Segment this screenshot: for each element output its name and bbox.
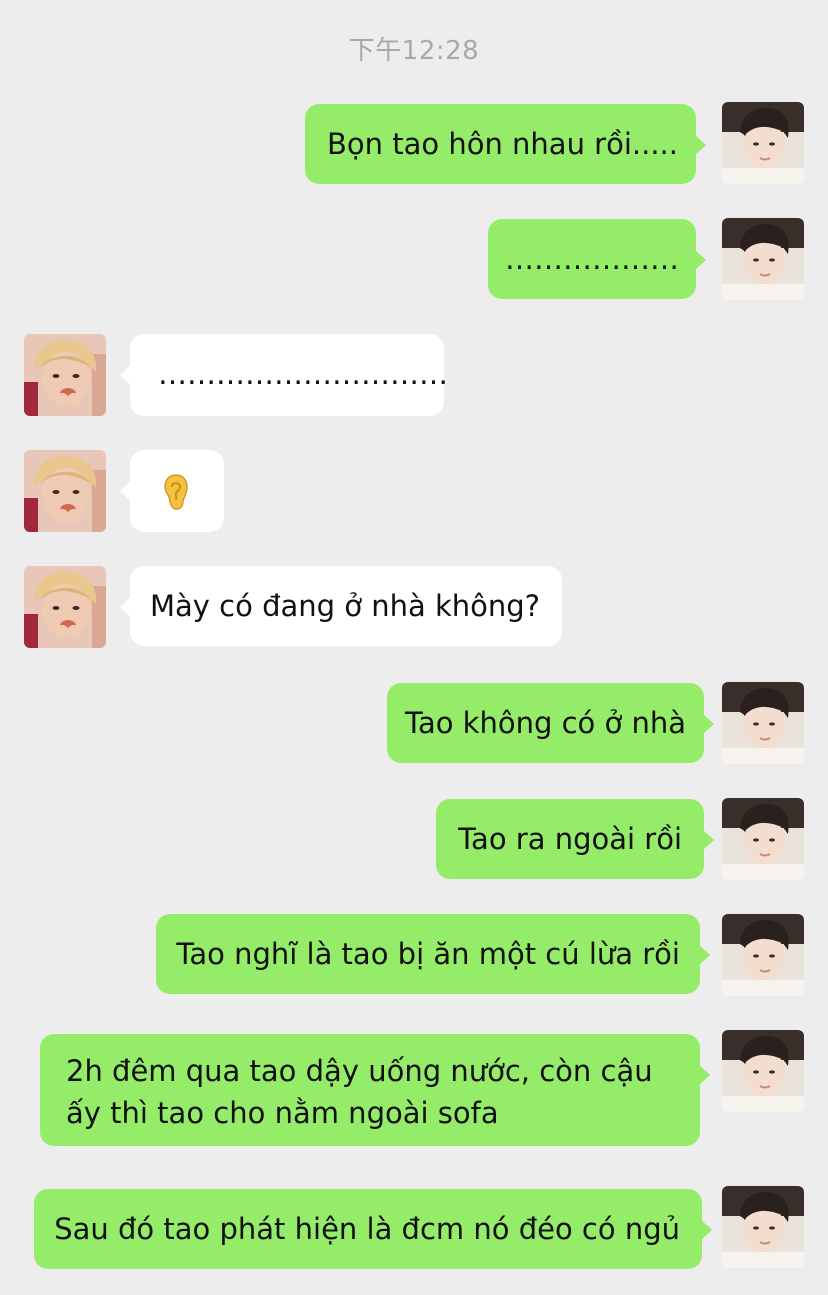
chat-timestamp: 下午12:28 (348, 36, 480, 66)
message-bubble-sent[interactable]: ……………… (488, 219, 706, 299)
my-avatar[interactable] (722, 682, 804, 764)
my-avatar[interactable] (722, 1186, 804, 1268)
contact-avatar[interactable] (24, 334, 106, 416)
message-bubble-sent[interactable]: Tao nghĩ là tao bị ăn một cú lừa rồi (156, 914, 710, 994)
my-avatar[interactable] (722, 798, 804, 880)
my-avatar[interactable] (722, 1030, 804, 1112)
message-bubble-sent[interactable]: Tao ra ngoài rồi (436, 799, 714, 879)
contact-avatar[interactable] (24, 566, 106, 648)
message-bubble-sent[interactable]: 2h đêm qua tao dậy uống nước, còn cậu ấy… (40, 1034, 710, 1146)
message-bubble-received[interactable]: ………………………… (120, 334, 448, 416)
message-bubble-sent[interactable]: Bọn tao hôn nhau rồi..... (304, 104, 707, 184)
contact-avatar[interactable] (24, 450, 106, 532)
message-bubble-sent[interactable]: Tao không có ở nhà (387, 683, 714, 763)
message-bubble-received[interactable] (120, 450, 224, 532)
ear-emoji-icon (164, 474, 188, 510)
my-avatar[interactable] (722, 914, 804, 996)
message-bubble-sent[interactable]: Sau đó tao phát hiện là đcm nó đéo có ng… (34, 1189, 712, 1269)
message-bubble-received[interactable]: Mày có đang ở nhà không? (119, 566, 563, 646)
my-avatar[interactable] (722, 218, 804, 300)
my-avatar[interactable] (722, 102, 804, 184)
